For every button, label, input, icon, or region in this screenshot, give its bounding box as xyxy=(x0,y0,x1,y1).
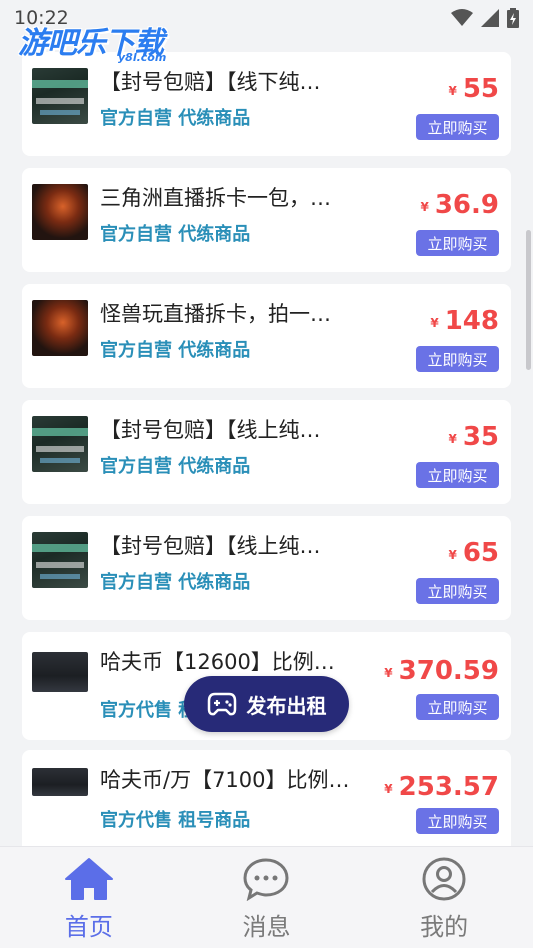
tab-home-label: 首页 xyxy=(64,913,113,941)
product-tags: 官方自营 代练商品 xyxy=(100,456,251,477)
buy-now-button[interactable]: 立即购买 xyxy=(416,462,499,488)
home-icon xyxy=(64,858,113,900)
tab-messages[interactable]: 消息 xyxy=(196,847,336,948)
product-tags: 官方自营 代练商品 xyxy=(100,572,251,593)
buy-now-button[interactable]: 立即购买 xyxy=(416,114,499,140)
product-title: 三角洲直播拆卡一包，… xyxy=(100,186,331,210)
product-card[interactable]: 三角洲直播拆卡一包，… 官方自营 代练商品 ¥36.9 立即购买 xyxy=(22,168,511,272)
buy-now-button[interactable]: 立即购买 xyxy=(416,808,499,834)
currency-symbol: ¥ xyxy=(448,548,457,562)
user-icon xyxy=(422,857,466,901)
buy-now-button[interactable]: 立即购买 xyxy=(416,694,499,720)
publish-rent-label: 发布出租 xyxy=(246,693,327,718)
price-value: 148 xyxy=(444,306,499,336)
product-price: ¥55 xyxy=(448,74,499,104)
publish-rent-button[interactable]: 发布出租 xyxy=(184,676,349,732)
product-title: 【封号包赔】【线下纯… xyxy=(100,70,321,94)
price-value: 253.57 xyxy=(398,772,499,802)
tab-profile[interactable]: 我的 xyxy=(374,847,514,948)
signal-icon xyxy=(481,9,499,27)
tab-messages-label: 消息 xyxy=(242,913,291,941)
product-price: ¥253.57 xyxy=(384,772,499,802)
product-card[interactable]: 【封号包赔】【线上纯… 官方自营 代练商品 ¥35 立即购买 xyxy=(22,400,511,504)
product-price: ¥148 xyxy=(430,306,499,336)
product-thumbnail xyxy=(32,184,88,240)
product-title: 【封号包赔】【线上纯… xyxy=(100,534,321,558)
product-card[interactable]: 【封号包赔】【线下纯… 官方自营 代练商品 ¥55 立即购买 xyxy=(22,52,511,156)
product-thumbnail xyxy=(32,68,88,124)
battery-icon xyxy=(507,8,519,28)
wifi-icon xyxy=(451,9,473,26)
product-thumbnail xyxy=(32,300,88,356)
scrollbar[interactable] xyxy=(526,230,531,370)
product-title: 哈夫币/万【7100】比例… xyxy=(100,768,350,792)
product-card[interactable]: 【封号包赔】【线上纯… 官方自营 代练商品 ¥65 立即购买 xyxy=(22,516,511,620)
buy-now-button[interactable]: 立即购买 xyxy=(416,346,499,372)
currency-symbol: ¥ xyxy=(420,200,429,214)
chat-icon xyxy=(243,858,289,901)
product-price: ¥36.9 xyxy=(420,190,499,220)
watermark-domain: y8l.com xyxy=(118,51,167,64)
gamepad-icon xyxy=(207,692,236,716)
tab-profile-label: 我的 xyxy=(420,913,469,941)
currency-symbol: ¥ xyxy=(430,316,439,330)
price-value: 65 xyxy=(462,538,499,568)
currency-symbol: ¥ xyxy=(448,432,457,446)
product-tags: 官方自营 代练商品 xyxy=(100,108,251,129)
tab-home[interactable]: 首页 xyxy=(19,847,159,948)
product-price: ¥35 xyxy=(448,422,499,452)
currency-symbol: ¥ xyxy=(384,782,393,796)
product-thumbnail xyxy=(32,416,88,472)
product-price: ¥65 xyxy=(448,538,499,568)
currency-symbol: ¥ xyxy=(384,666,393,680)
product-tags: 官方代售 租号商品 xyxy=(100,810,251,831)
price-value: 370.59 xyxy=(398,656,499,686)
product-card[interactable]: 怪兽玩直播拆卡，拍一… 官方自营 代练商品 ¥148 立即购买 xyxy=(22,284,511,388)
product-card[interactable]: 哈夫币/万【7100】比例… 官方代售 租号商品 ¥253.57 立即购买 xyxy=(22,750,511,846)
product-tags: 官方自营 代练商品 xyxy=(100,224,251,245)
product-thumbnail xyxy=(32,532,88,588)
product-price: ¥370.59 xyxy=(384,656,499,686)
bottom-tab-bar: 首页 消息 我的 xyxy=(0,846,533,948)
buy-now-button[interactable]: 立即购买 xyxy=(416,578,499,604)
status-icons xyxy=(451,8,519,28)
watermark-logo: 游吧乐下载 y8l.com xyxy=(18,18,167,64)
product-title: 哈夫币【12600】比例… xyxy=(100,650,335,674)
price-value: 36.9 xyxy=(434,190,499,220)
product-tags: 官方自营 代练商品 xyxy=(100,340,251,361)
product-thumbnail xyxy=(32,768,88,796)
product-thumbnail xyxy=(32,652,88,692)
price-value: 35 xyxy=(462,422,499,452)
currency-symbol: ¥ xyxy=(448,84,457,98)
product-title: 【封号包赔】【线上纯… xyxy=(100,418,321,442)
product-title: 怪兽玩直播拆卡，拍一… xyxy=(100,302,331,326)
price-value: 55 xyxy=(462,74,499,104)
buy-now-button[interactable]: 立即购买 xyxy=(416,230,499,256)
